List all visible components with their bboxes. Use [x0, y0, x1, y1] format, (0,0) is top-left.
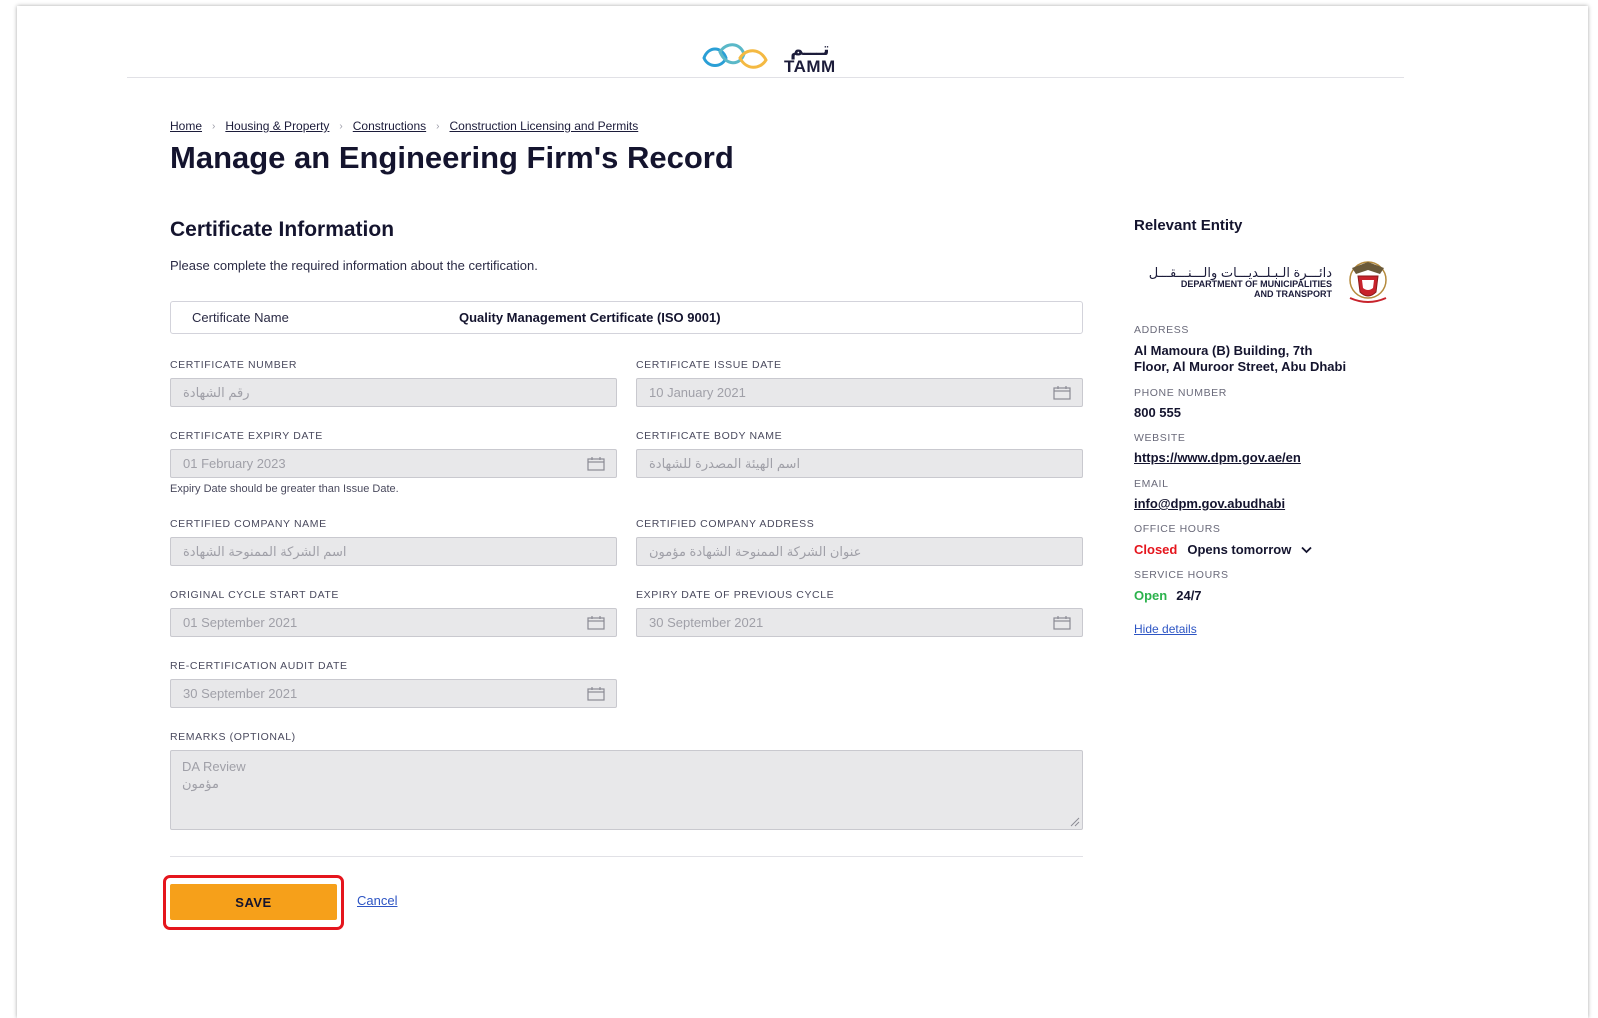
office-hours-label: OFFICE HOURS: [1134, 523, 1221, 535]
certificate-name-value: Quality Management Certificate (ISO 9001…: [459, 310, 721, 325]
entity-name-arabic: دائـــرة الـبـلــديـــات والـــنـــقـــل: [1148, 264, 1332, 280]
company-name-input[interactable]: اسم الشركة الممنوحة الشهادة: [170, 537, 617, 566]
section-title: Certificate Information: [170, 218, 395, 241]
cancel-link[interactable]: Cancel: [357, 893, 397, 908]
entity-logo: دائـــرة الـبـلــديـــات والـــنـــقـــل…: [1134, 258, 1396, 306]
issue-date-label: CERTIFICATE ISSUE DATE: [636, 359, 782, 371]
resize-grip-icon[interactable]: [1070, 817, 1080, 827]
breadcrumb-housing[interactable]: Housing & Property: [225, 119, 329, 133]
expiry-date-label: CERTIFICATE EXPIRY DATE: [170, 430, 323, 442]
expiry-date-hint: Expiry Date should be greater than Issue…: [170, 483, 399, 495]
company-name-field: CERTIFIED COMPANY NAME اسم الشركة الممنو…: [170, 518, 617, 566]
hide-details-link[interactable]: Hide details: [1134, 622, 1197, 636]
email-label: EMAIL: [1134, 478, 1169, 490]
certificate-number-label: CERTIFICATE NUMBER: [170, 359, 298, 371]
page-title: Manage an Engineering Firm's Record: [170, 140, 734, 175]
website-link[interactable]: https://www.dpm.gov.ae/en: [1134, 450, 1301, 465]
audit-date-input[interactable]: 30 September 2021: [170, 679, 617, 708]
logo-english: TAMM: [784, 56, 836, 76]
calendar-icon[interactable]: [1053, 386, 1071, 400]
remarks-textarea[interactable]: DA Review مؤمون: [170, 750, 1083, 830]
expiry-date-input[interactable]: 01 February 2023: [170, 449, 617, 478]
previous-expiry-field: EXPIRY DATE OF PREVIOUS CYCLE 30 Septemb…: [636, 589, 1083, 637]
breadcrumb-separator-icon: ›: [339, 120, 343, 132]
address-label: ADDRESS: [1134, 324, 1189, 336]
certificate-number-input[interactable]: رقم الشهادة: [170, 378, 617, 407]
save-button[interactable]: SAVE: [170, 884, 337, 920]
address-line1: Al Mamoura (B) Building, 7th: [1134, 343, 1313, 358]
office-next: Opens tomorrow: [1187, 542, 1292, 557]
service-hours-value: 24/7: [1176, 588, 1202, 603]
cycle-start-input[interactable]: 01 September 2021: [170, 608, 617, 637]
section-description: Please complete the required information…: [170, 258, 538, 273]
breadcrumb-constructions[interactable]: Constructions: [353, 119, 426, 133]
previous-expiry-label: EXPIRY DATE OF PREVIOUS CYCLE: [636, 589, 835, 601]
service-hours-label: SERVICE HOURS: [1134, 569, 1229, 581]
relevant-entity-title: Relevant Entity: [1134, 217, 1243, 234]
header-divider: [127, 77, 1404, 78]
remarks-label: REMARKS (OPTIONAL): [170, 731, 296, 743]
expiry-date-field: CERTIFICATE EXPIRY DATE 01 February 2023…: [170, 430, 617, 495]
entity-name-line2: AND TRANSPORT: [1254, 288, 1332, 299]
certificate-number-field: CERTIFICATE NUMBER رقم الشهادة: [170, 359, 617, 407]
tamm-logo-icon: [702, 43, 768, 69]
office-status: Closed: [1134, 542, 1178, 557]
abu-dhabi-emblem-icon: [1349, 261, 1387, 303]
company-name-label: CERTIFIED COMPANY NAME: [170, 518, 327, 530]
issue-date-input[interactable]: 10 January 2021: [636, 378, 1083, 407]
entity-name-line1: DEPARTMENT OF MUNICIPALITIES: [1180, 278, 1332, 289]
chevron-down-icon[interactable]: [1301, 546, 1312, 554]
breadcrumb-licensing[interactable]: Construction Licensing and Permits: [449, 119, 638, 133]
office-hours-row[interactable]: Closed Opens tomorrow: [1134, 541, 1312, 558]
cycle-start-field: ORIGINAL CYCLE START DATE 01 September 2…: [170, 589, 617, 637]
remarks-field: REMARKS (OPTIONAL) DA Review مؤمون: [170, 731, 1083, 830]
phone-value: 800 555: [1134, 405, 1181, 420]
calendar-icon[interactable]: [587, 616, 605, 630]
tamm-logo[interactable]: تـــم TAMM: [700, 38, 836, 76]
breadcrumb: Home › Housing & Property › Construction…: [170, 119, 638, 133]
body-name-label: CERTIFICATE BODY NAME: [636, 430, 783, 442]
form-divider: [170, 856, 1083, 857]
audit-date-field: RE-CERTIFICATION AUDIT DATE 30 September…: [170, 660, 617, 708]
certificate-name-row: Certificate Name Quality Management Cert…: [170, 301, 1083, 334]
website-label: WEBSITE: [1134, 432, 1186, 444]
address-line2: Floor, Al Muroor Street, Abu Dhabi: [1134, 359, 1347, 374]
logo-arabic: تـــم: [790, 38, 830, 59]
breadcrumb-separator-icon: ›: [436, 120, 440, 132]
body-name-input[interactable]: اسم الهيئة المصدرة للشهادة: [636, 449, 1083, 478]
audit-date-label: RE-CERTIFICATION AUDIT DATE: [170, 660, 348, 672]
previous-expiry-input[interactable]: 30 September 2021: [636, 608, 1083, 637]
phone-label: PHONE NUMBER: [1134, 387, 1227, 399]
company-address-field: CERTIFIED COMPANY ADDRESS عنوان الشركة ا…: [636, 518, 1083, 566]
company-address-input[interactable]: عنوان الشركة الممنوحة الشهادة مؤمون: [636, 537, 1083, 566]
calendar-icon[interactable]: [1053, 616, 1071, 630]
breadcrumb-home[interactable]: Home: [170, 119, 202, 133]
email-link[interactable]: info@dpm.gov.abudhabi: [1134, 496, 1285, 511]
cycle-start-label: ORIGINAL CYCLE START DATE: [170, 589, 340, 601]
service-hours-row: Open 24/7: [1134, 587, 1202, 604]
breadcrumb-separator-icon: ›: [212, 120, 216, 132]
calendar-icon[interactable]: [587, 687, 605, 701]
company-address-label: CERTIFIED COMPANY ADDRESS: [636, 518, 815, 530]
certificate-name-label: Certificate Name: [192, 310, 289, 325]
issue-date-field: CERTIFICATE ISSUE DATE 10 January 2021: [636, 359, 1083, 407]
service-status: Open: [1134, 588, 1168, 603]
body-name-field: CERTIFICATE BODY NAME اسم الهيئة المصدرة…: [636, 430, 1083, 478]
calendar-icon[interactable]: [587, 457, 605, 471]
